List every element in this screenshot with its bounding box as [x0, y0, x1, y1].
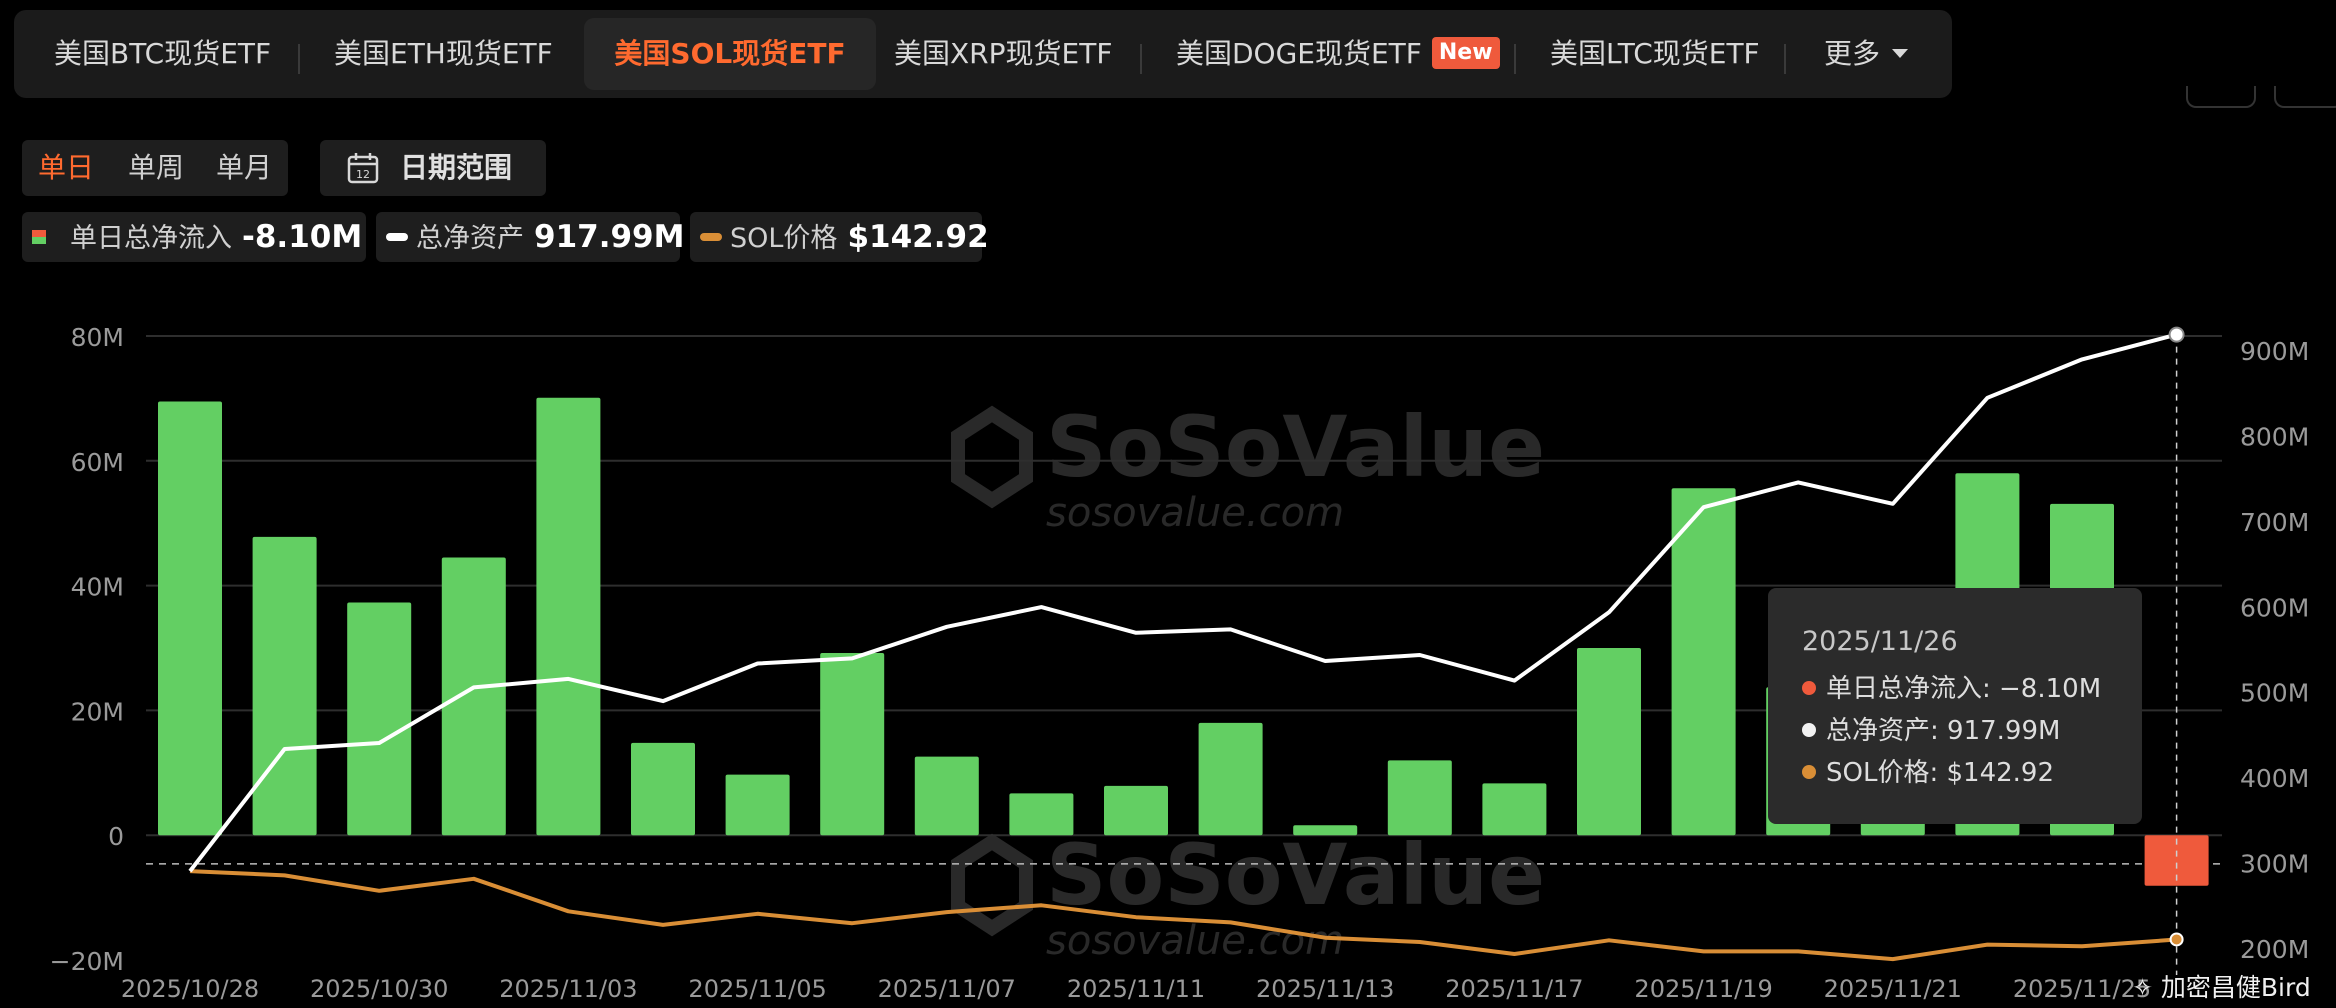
assets-hover-point: [2168, 326, 2185, 343]
tooltip-inflow: 单日总净流入: −8.10M: [1826, 674, 2102, 704]
y-right-tick-label: 900M: [2240, 337, 2309, 366]
tooltip-inflow-dot: [1802, 680, 1816, 695]
x-tick-label: 2025/11/17: [1445, 975, 1583, 1003]
inflow-bar: [1293, 825, 1358, 836]
y-left-tick-label: 80M: [71, 323, 124, 352]
y-left-tick-label: 60M: [71, 448, 124, 477]
inflow-bar: [914, 756, 979, 836]
y-right-tick-label: 300M: [2240, 850, 2309, 879]
watermark-group: SoSoValuesosovalue.comSoSoValuesosovalue…: [951, 398, 1545, 964]
tooltip-assets-dot: [1802, 722, 1816, 737]
inflow-bar: [1671, 488, 1736, 836]
y-right-tick-label: 800M: [2240, 422, 2309, 451]
x-tick-label: 2025/11/03: [499, 975, 637, 1003]
tooltip-assets-row: 总净资产: 917.99M: [1802, 710, 2060, 747]
x-tick-label: 2025/11/11: [1067, 975, 1205, 1003]
inflow-bar: [347, 602, 412, 836]
x-tick-label: 2025/10/28: [121, 975, 259, 1003]
inflow-bar: [1482, 783, 1547, 836]
credit-text: 加密昌健Bird: [2160, 973, 2311, 1002]
x-tick-label: 2025/11/21: [1824, 975, 1962, 1003]
y-left-tick-label: −20M: [50, 947, 124, 976]
inflow-bar: [820, 652, 885, 836]
tooltip-price-row: SOL价格: $142.92: [1802, 752, 2054, 789]
price-hover-point: [2169, 932, 2184, 947]
y-left-tick-label: 40M: [71, 573, 124, 602]
sosovalue-logo-icon: [951, 833, 1033, 937]
inflow-bar: [725, 774, 790, 836]
watermark-url: sosovalue.com: [1046, 918, 1344, 964]
watermark-url: sosovalue.com: [1046, 490, 1344, 536]
inflow-bar: [1198, 722, 1263, 836]
tooltip-assets: 总净资产: 917.99M: [1826, 716, 2061, 746]
inflow-bar: [252, 536, 317, 836]
y-right-tick-label: 500M: [2240, 679, 2309, 708]
inflow-bar: [631, 742, 695, 836]
x-tick-label: 2025/11/07: [878, 975, 1016, 1003]
etf-flow-chart[interactable]: SoSoValuesosovalue.comSoSoValuesosovalue…: [0, 0, 2336, 1008]
inflow-bar: [1104, 785, 1168, 836]
sosovalue-watermark: SoSoValuesosovalue.com: [951, 826, 1545, 964]
sosovalue-logo-icon: [951, 405, 1033, 509]
x-tick-label: 2025/11/19: [1634, 975, 1772, 1003]
y-right-tick-label: 700M: [2240, 508, 2309, 537]
watermark-brand: SoSoValue: [1046, 826, 1545, 924]
source-credit: ✧ 加密昌健Bird: [2132, 973, 2311, 1002]
y-right-tick-label: 200M: [2240, 935, 2309, 964]
x-tick-label: 2025/11/05: [688, 975, 826, 1003]
y-left-tick-label: 20M: [71, 697, 124, 726]
chart-tooltip: 2025/11/26 单日总净流入: −8.10M 总净资产: 917.99M …: [1768, 588, 2142, 824]
y-right-tick-label: 400M: [2240, 764, 2309, 793]
inflow-bar: [158, 401, 222, 836]
inflow-bar: [1387, 760, 1452, 836]
y-left-tick-label: 0: [108, 822, 124, 851]
sosovalue-watermark: SoSoValuesosovalue.com: [951, 398, 1545, 536]
tooltip-price: SOL价格: $142.92: [1826, 758, 2054, 788]
watermark-brand: SoSoValue: [1046, 398, 1545, 496]
tooltip-price-dot: [1802, 764, 1816, 779]
x-tick-label: 2025/11/25: [2013, 975, 2151, 1003]
x-tick-label: 2025/10/30: [310, 975, 448, 1003]
inflow-bar: [1577, 648, 1641, 836]
tooltip-date: 2025/11/26: [1802, 626, 1958, 657]
tooltip-inflow-row: 单日总净流入: −8.10M: [1802, 668, 2101, 705]
inflow-bar: [536, 397, 601, 836]
inflow-bar: [441, 557, 506, 836]
x-tick-label: 2025/11/13: [1256, 975, 1394, 1003]
inflow-bar: [1009, 793, 1074, 836]
y-right-tick-label: 600M: [2240, 593, 2309, 622]
